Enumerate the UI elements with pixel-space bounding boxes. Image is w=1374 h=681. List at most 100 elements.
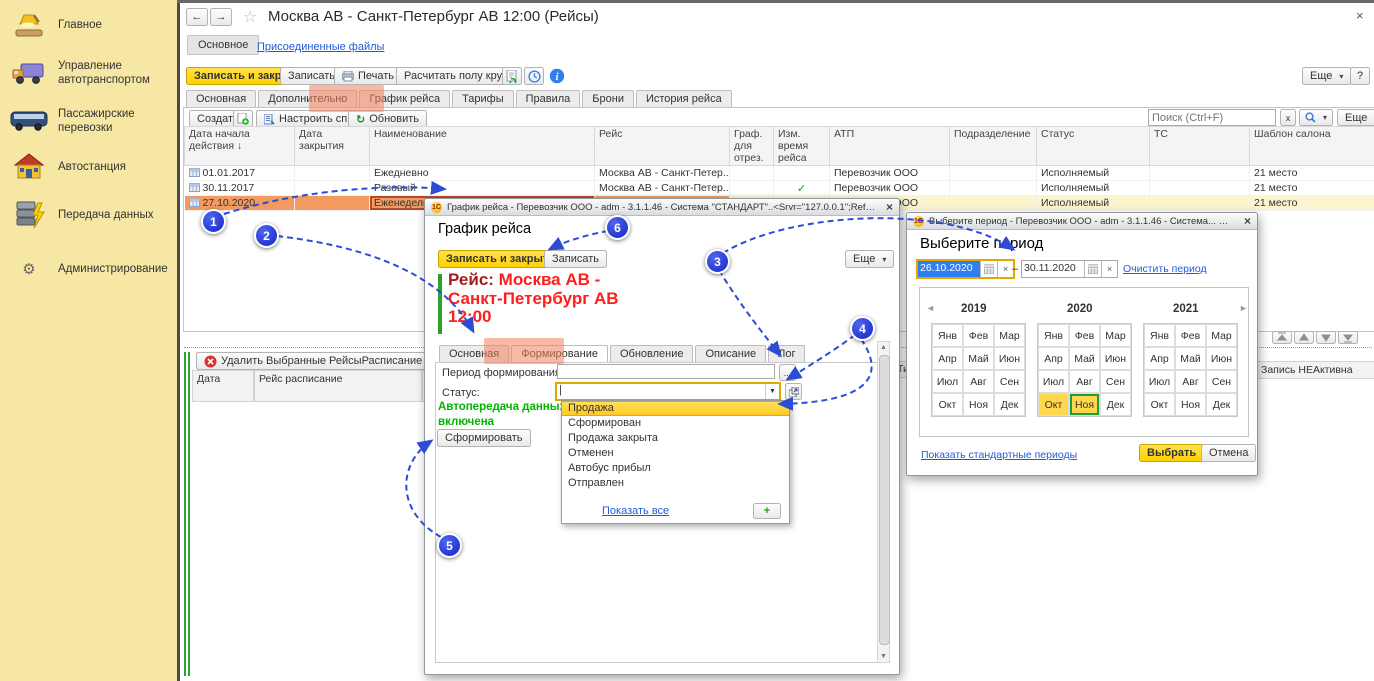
calendar-month-2019-Фев[interactable]: Фев (963, 324, 994, 347)
calendar-month-2021-Ноя[interactable]: Ноя (1175, 393, 1206, 416)
dialog-scrollbar[interactable]: ▲ ▼ (877, 341, 890, 663)
column-header[interactable]: Дата начала действия ↓ (185, 127, 295, 166)
calendar-month-2020-Сен[interactable]: Сен (1100, 370, 1131, 393)
sidebar-item-4[interactable]: Автостанция (10, 150, 170, 184)
table-row[interactable]: 30.11.2017РазовыйМосква АВ - Санкт-Петер… (185, 181, 1374, 196)
calendar-month-2020-Дек[interactable]: Дек (1100, 393, 1131, 416)
column-header[interactable]: Изм. время рейса (774, 127, 830, 166)
date-from-input[interactable]: 26.10.2020 (918, 261, 980, 277)
schedule-dialog-titlebar[interactable]: 1С График рейса - Перевозчик ООО - adm -… (425, 199, 899, 216)
column-header[interactable]: АТП (830, 127, 950, 166)
standard-periods-link[interactable]: Показать стандартные периоды (921, 449, 1077, 461)
dialog-tab-Лог[interactable]: Лог (768, 345, 805, 363)
calendar-month-2019-Мар[interactable]: Мар (994, 324, 1025, 347)
date-to-input[interactable]: 30.11.2020 (1022, 261, 1084, 277)
calendar-month-2021-Янв[interactable]: Янв (1144, 324, 1175, 347)
bottom-column-header[interactable]: Дата (192, 370, 254, 402)
calendar-month-2019-Апр[interactable]: Апр (932, 347, 963, 370)
add-status-button[interactable]: + (753, 503, 781, 519)
calendar-month-2021-Фев[interactable]: Фев (1175, 324, 1206, 347)
report-button[interactable] (502, 67, 522, 86)
delete-selected-button[interactable]: Удалить Выбранные РейсыРасписание (196, 352, 430, 371)
status-field[interactable]: | ▼ (555, 382, 781, 401)
subtab-История рейса[interactable]: История рейса (636, 90, 732, 108)
calendar-month-2020-Мар[interactable]: Мар (1100, 324, 1131, 347)
subtab-Основная[interactable]: Основная (186, 90, 256, 108)
column-header[interactable]: Статус (1037, 127, 1150, 166)
calendar-month-2019-Ноя[interactable]: Ноя (963, 393, 994, 416)
sidebar-item-5[interactable]: Передача данных (10, 198, 170, 232)
dropdown-item-Отправлен[interactable]: Отправлен (562, 476, 789, 491)
calendar-month-2020-Июл[interactable]: Июл (1038, 370, 1069, 393)
calendar-month-2020-Янв[interactable]: Янв (1038, 324, 1069, 347)
status-open-button[interactable] (785, 383, 802, 400)
calendar-month-2021-Окт[interactable]: Окт (1144, 393, 1175, 416)
calendar-month-2019-Июл[interactable]: Июл (932, 370, 963, 393)
calendar-month-2019-Янв[interactable]: Янв (932, 324, 963, 347)
date-from-clear-icon[interactable]: × (997, 261, 1013, 277)
period-field[interactable] (557, 364, 775, 379)
subtab-Правила[interactable]: Правила (516, 90, 581, 108)
column-header[interactable]: ТС (1150, 127, 1250, 166)
dropdown-item-Автобус прибыл[interactable]: Автобус прибыл (562, 461, 789, 476)
calendar-month-2021-Сен[interactable]: Сен (1206, 370, 1237, 393)
search-clear-button[interactable]: x (1280, 109, 1296, 126)
calendar-month-2019-Дек[interactable]: Дек (994, 393, 1025, 416)
date-to-clear-icon[interactable]: × (1101, 261, 1117, 277)
move-up-button[interactable] (1294, 331, 1314, 344)
calendar-month-2021-Июн[interactable]: Июн (1206, 347, 1237, 370)
calendar-month-2020-Май[interactable]: Май (1069, 347, 1100, 370)
tab-osnovnoe[interactable]: Основное (187, 35, 259, 55)
calendar-month-2019-Сен[interactable]: Сен (994, 370, 1025, 393)
table-row[interactable]: 01.01.2017ЕжедневноМосква АВ - Санкт-Пет… (185, 166, 1374, 181)
sidebar-item-2[interactable]: Управление автотранспортом (10, 56, 170, 90)
status-dropdown-arrow-icon[interactable]: ▼ (766, 384, 779, 399)
move-down-button[interactable] (1316, 331, 1336, 344)
favorite-star-icon[interactable]: ☆ (243, 7, 257, 27)
dropdown-item-Продажа[interactable]: Продажа (562, 401, 789, 416)
calendar-month-2020-Апр[interactable]: Апр (1038, 347, 1069, 370)
schedule-dialog-close-icon[interactable]: × (886, 202, 893, 212)
cancel-button[interactable]: Отмена (1201, 444, 1256, 462)
bottom-column-header[interactable]: Рейс расписание (254, 370, 422, 402)
calendar-month-2021-Июл[interactable]: Июл (1144, 370, 1175, 393)
subtab-Тарифы[interactable]: Тарифы (452, 90, 514, 108)
calendar-month-2021-Май[interactable]: Май (1175, 347, 1206, 370)
calendar-next-icon[interactable]: ► (1239, 303, 1248, 313)
dropdown-item-Продажа закрыта[interactable]: Продажа закрыта (562, 431, 789, 446)
calendar-month-2020-Окт[interactable]: Окт (1038, 393, 1069, 416)
nav-forward-button[interactable]: → (210, 8, 232, 26)
clear-period-link[interactable]: Очистить период (1123, 263, 1207, 275)
calendar-month-2019-Май[interactable]: Май (963, 347, 994, 370)
sidebar-item-3[interactable]: Пассажирские перевозки (10, 104, 170, 138)
move-bottom-button[interactable] (1338, 331, 1358, 344)
move-top-button[interactable] (1272, 331, 1292, 344)
sidebar-item-6[interactable]: ⚙Администрирование (10, 252, 170, 286)
column-header[interactable]: Дата закрытия (295, 127, 370, 166)
sidebar-item-1[interactable]: Главное (10, 8, 170, 42)
calendar-month-2019-Июн[interactable]: Июн (994, 347, 1025, 370)
dropdown-item-Сформирован[interactable]: Сформирован (562, 416, 789, 431)
show-all-link[interactable]: Показать все (602, 505, 669, 517)
column-header[interactable]: Граф. для отрез. (730, 127, 774, 166)
column-header[interactable]: Наименование (370, 127, 595, 166)
period-dialog-titlebar[interactable]: 1С Выберите период - Перевозчик ООО - ad… (907, 213, 1257, 230)
timing-button[interactable] (524, 67, 544, 86)
column-header[interactable]: Подразделение (950, 127, 1037, 166)
calendar-month-2020-Ноя[interactable]: Ноя (1069, 393, 1100, 416)
period-dialog-close-icon[interactable]: × (1244, 216, 1251, 226)
calendar-month-2020-Фев[interactable]: Фев (1069, 324, 1100, 347)
search-button[interactable] (1299, 109, 1333, 126)
tab-attached-files[interactable]: Присоединенные файлы (257, 41, 384, 53)
choose-button[interactable]: Выбрать (1139, 444, 1204, 462)
calendar-month-2021-Апр[interactable]: Апр (1144, 347, 1175, 370)
nav-back-button[interactable]: ← (186, 8, 208, 26)
calendar-month-2021-Мар[interactable]: Мар (1206, 324, 1237, 347)
dialog-tab-Обновление[interactable]: Обновление (610, 345, 694, 363)
calendar-month-2021-Авг[interactable]: Авг (1175, 370, 1206, 393)
calendar-month-2020-Июн[interactable]: Июн (1100, 347, 1131, 370)
calendar-picker-icon[interactable] (980, 261, 997, 277)
calendar-month-2021-Дек[interactable]: Дек (1206, 393, 1237, 416)
dropdown-item-Отменен[interactable]: Отменен (562, 446, 789, 461)
list-more-button[interactable]: Еще (1337, 109, 1374, 126)
